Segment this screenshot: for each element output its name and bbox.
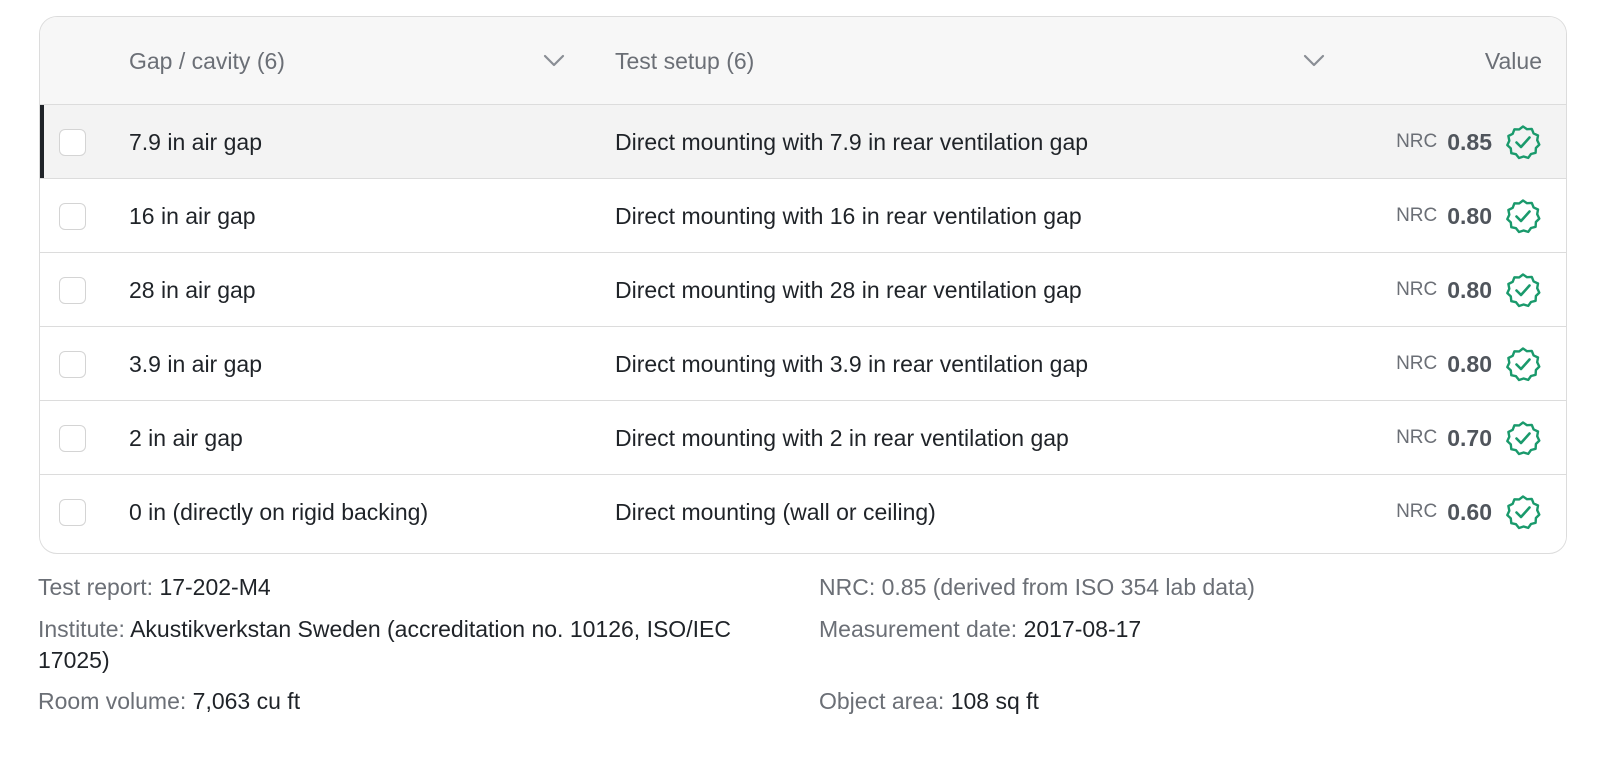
value-cell: NRC 0.70 [1396, 401, 1542, 475]
setup-column-filter[interactable]: Test setup (6) [615, 17, 1325, 105]
verified-badge-icon [1506, 125, 1541, 160]
value-cell: NRC 0.80 [1396, 179, 1542, 253]
nrc-value: 0.70 [1447, 424, 1492, 451]
value-cell: NRC 0.60 [1396, 475, 1542, 549]
nrc-unit-label: NRC [1396, 131, 1438, 152]
row-checkbox-cell [59, 253, 87, 327]
nrc-unit-label: NRC [1396, 205, 1438, 226]
value-cell: NRC 0.80 [1396, 327, 1542, 401]
nrc-note: NRC: 0.85 (derived from ISO 354 lab data… [819, 574, 1255, 600]
object-area-label: Object area: [819, 688, 945, 714]
nrc-value: 0.60 [1447, 498, 1492, 525]
nrc-value: 0.80 [1447, 202, 1492, 229]
gap-cell: 0 in (directly on rigid backing) [129, 498, 429, 525]
chevron-down-icon [543, 54, 565, 68]
table-header: Gap / cavity (6) Test setup (6) Value [40, 17, 1566, 105]
row-checkbox[interactable] [59, 498, 86, 526]
row-checkbox[interactable] [59, 350, 86, 378]
row-checkbox-cell [59, 179, 87, 253]
gap-cell: 2 in air gap [129, 424, 243, 451]
room-volume-label: Room volume: [38, 688, 187, 714]
setup-cell: Direct mounting with 2 in rear ventilati… [615, 424, 1069, 451]
gap-column-filter[interactable]: Gap / cavity (6) [129, 17, 565, 105]
nrc-value: 0.80 [1447, 276, 1492, 303]
institute-value: Akustikverkstan Sweden (accreditation no… [38, 616, 731, 673]
table-row[interactable]: 28 in air gap Direct mounting with 28 in… [40, 253, 1566, 327]
measurement-date-label: Measurement date: [819, 616, 1018, 642]
row-checkbox[interactable] [59, 276, 86, 304]
room-volume-info: Room volume: 7,063 cu ft [38, 686, 300, 717]
nrc-unit-label: NRC [1396, 427, 1438, 448]
table-row[interactable]: 2 in air gap Direct mounting with 2 in r… [40, 401, 1566, 475]
nrc-value: 0.85 [1447, 128, 1492, 155]
gap-cell: 7.9 in air gap [129, 128, 262, 155]
row-checkbox-cell [59, 327, 87, 401]
row-checkbox-cell [59, 475, 87, 549]
room-volume-value: 7,063 cu ft [192, 688, 301, 714]
table-row[interactable]: 0 in (directly on rigid backing) Direct … [40, 475, 1566, 549]
setup-cell: Direct mounting (wall or ceiling) [615, 498, 936, 525]
nrc-unit-label: NRC [1396, 279, 1438, 300]
value-cell: NRC 0.80 [1396, 253, 1542, 327]
verified-badge-icon [1506, 495, 1541, 530]
test-report-value: 17-202-M4 [159, 574, 271, 600]
object-area-info: Object area: 108 sq ft [819, 686, 1039, 717]
setup-cell: Direct mounting with 28 in rear ventilat… [615, 276, 1082, 303]
setup-cell: Direct mounting with 16 in rear ventilat… [615, 202, 1082, 229]
verified-badge-icon [1506, 421, 1541, 456]
verified-badge-icon [1506, 199, 1541, 234]
verified-badge-icon [1506, 347, 1541, 382]
test-results-table: Gap / cavity (6) Test setup (6) Value 7.… [39, 16, 1567, 554]
object-area-value: 108 sq ft [950, 688, 1039, 714]
nrc-unit-label: NRC [1396, 501, 1438, 522]
measurement-date-value: 2017-08-17 [1023, 616, 1142, 642]
measurement-date-info: Measurement date: 2017-08-17 [819, 614, 1141, 645]
gap-cell: 3.9 in air gap [129, 350, 262, 377]
table-row[interactable]: 3.9 in air gap Direct mounting with 3.9 … [40, 327, 1566, 401]
gap-cell: 28 in air gap [129, 276, 256, 303]
value-column-header: Value [1484, 47, 1542, 74]
row-checkbox[interactable] [59, 202, 86, 230]
row-checkbox-cell [59, 401, 87, 475]
table-row[interactable]: 7.9 in air gap Direct mounting with 7.9 … [40, 105, 1566, 179]
setup-cell: Direct mounting with 7.9 in rear ventila… [615, 128, 1089, 155]
table-body: 7.9 in air gap Direct mounting with 7.9 … [40, 105, 1566, 549]
test-report-info: Test report: 17-202-M4 [38, 572, 271, 603]
institute-info: Institute: Akustikverkstan Sweden (accre… [38, 614, 778, 676]
setup-cell: Direct mounting with 3.9 in rear ventila… [615, 350, 1089, 377]
chevron-down-icon [1303, 54, 1325, 68]
institute-label: Institute: [38, 616, 125, 642]
test-report-label: Test report: [38, 574, 154, 600]
gap-column-header: Gap / cavity (6) [129, 47, 285, 74]
table-row[interactable]: 16 in air gap Direct mounting with 16 in… [40, 179, 1566, 253]
verified-badge-icon [1506, 273, 1541, 308]
gap-cell: 16 in air gap [129, 202, 256, 229]
nrc-value: 0.80 [1447, 350, 1492, 377]
nrc-unit-label: NRC [1396, 353, 1438, 374]
row-checkbox[interactable] [59, 424, 86, 452]
row-checkbox-cell [59, 105, 87, 179]
setup-column-header: Test setup (6) [615, 47, 755, 74]
value-cell: NRC 0.85 [1396, 105, 1542, 179]
row-checkbox[interactable] [59, 128, 86, 156]
